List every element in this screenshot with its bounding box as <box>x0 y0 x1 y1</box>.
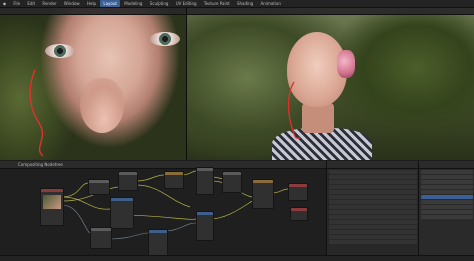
property-field[interactable] <box>421 180 473 184</box>
menu-render[interactable]: Render <box>39 0 59 7</box>
outliner-row[interactable] <box>329 240 417 244</box>
outliner-panel[interactable] <box>326 161 419 260</box>
property-field[interactable] <box>421 190 473 194</box>
node-viewer-output[interactable] <box>290 207 308 221</box>
property-field[interactable] <box>421 175 473 179</box>
outliner-row[interactable] <box>329 200 417 204</box>
property-field[interactable] <box>421 170 473 174</box>
property-field[interactable] <box>421 205 473 209</box>
menu-help[interactable]: Help <box>84 0 99 7</box>
annotation-stroke <box>29 69 44 157</box>
top-menubar: ◆ File Edit Render Window Help Layout Mo… <box>0 0 474 8</box>
outliner-row[interactable] <box>329 230 417 234</box>
hair-ornament <box>337 50 355 78</box>
tab-workspace-shading[interactable]: Shading <box>234 0 256 7</box>
node-generic[interactable] <box>110 197 134 229</box>
node-generic[interactable] <box>88 179 110 195</box>
image-thumbnail <box>43 195 61 209</box>
outliner-row[interactable] <box>329 175 417 179</box>
outliner-row[interactable] <box>329 220 417 224</box>
property-field[interactable] <box>421 200 473 204</box>
node-generic[interactable] <box>222 171 242 193</box>
outliner-row[interactable] <box>329 185 417 189</box>
tab-workspace-texture-paint[interactable]: Texture Paint <box>201 0 233 7</box>
tab-workspace-sculpting[interactable]: Sculpting <box>147 0 172 7</box>
node-generic[interactable] <box>118 171 138 191</box>
node-image-input[interactable] <box>40 188 64 226</box>
blender-logo-icon[interactable]: ◆ <box>0 0 9 7</box>
viewport-render[interactable] <box>187 8 474 160</box>
outliner-row[interactable] <box>329 215 417 219</box>
property-selected-field[interactable] <box>421 195 473 199</box>
outliner-row[interactable] <box>329 170 417 174</box>
menu-window[interactable]: Window <box>61 0 83 7</box>
node-generic[interactable] <box>90 227 112 249</box>
outliner-row[interactable] <box>329 195 417 199</box>
node-generic[interactable] <box>252 179 274 209</box>
outliner-row[interactable] <box>329 205 417 209</box>
outliner-header[interactable] <box>327 161 419 169</box>
properties-header[interactable] <box>419 161 474 169</box>
outliner-row[interactable] <box>329 190 417 194</box>
property-field[interactable] <box>421 210 473 214</box>
eye-shape <box>45 44 75 58</box>
viewport-closeup[interactable] <box>0 8 187 160</box>
properties-panel[interactable] <box>418 161 474 260</box>
node-generic[interactable] <box>196 167 214 195</box>
node-editor[interactable]: Compositing Nodetree <box>0 161 326 260</box>
outliner-row[interactable] <box>329 210 417 214</box>
property-field[interactable] <box>421 215 473 219</box>
viewport-header[interactable] <box>187 8 474 15</box>
outliner-row[interactable] <box>329 225 417 229</box>
menu-file[interactable]: File <box>10 0 23 7</box>
tab-workspace-active[interactable]: Layout <box>100 0 120 7</box>
node-generic[interactable] <box>196 211 214 241</box>
status-bar <box>0 255 474 261</box>
property-field[interactable] <box>421 185 473 189</box>
viewport-header[interactable] <box>0 8 186 15</box>
node-generic[interactable] <box>164 171 184 189</box>
tab-workspace-modeling[interactable]: Modeling <box>121 0 145 7</box>
tab-workspace-uv[interactable]: UV Editing <box>173 0 200 7</box>
node-composite-output[interactable] <box>288 183 308 201</box>
nose-shape <box>80 78 124 133</box>
annotation-stroke <box>287 81 301 139</box>
tab-workspace-animation[interactable]: Animation <box>258 0 284 7</box>
menu-edit[interactable]: Edit <box>24 0 38 7</box>
outliner-row[interactable] <box>329 235 417 239</box>
eye-shape <box>150 32 180 46</box>
outliner-row[interactable] <box>329 180 417 184</box>
neck-shape <box>302 103 334 133</box>
